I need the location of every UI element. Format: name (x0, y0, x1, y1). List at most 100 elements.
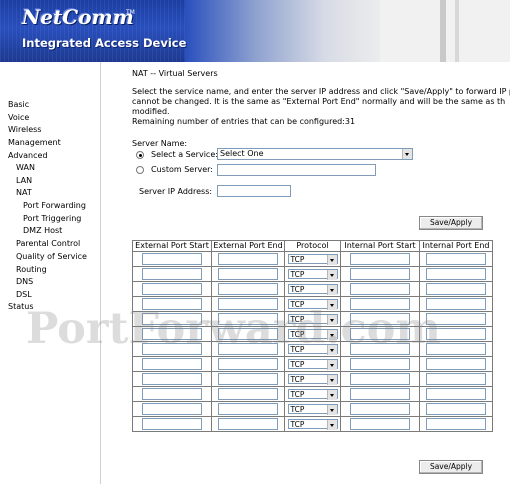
chevron-down-icon (326, 300, 337, 310)
external-port-end-input[interactable] (218, 283, 278, 295)
table-cell (340, 341, 420, 357)
internal-port-start-input[interactable] (350, 418, 410, 430)
internal-port-start-input[interactable] (350, 268, 410, 280)
external-port-end-input[interactable] (218, 343, 278, 355)
external-port-start-input[interactable] (142, 328, 202, 340)
sidebar-item-wan[interactable]: WAN (16, 163, 35, 172)
external-port-end-input[interactable] (218, 358, 278, 370)
external-port-start-input[interactable] (142, 403, 202, 415)
internal-port-end-input[interactable] (426, 358, 486, 370)
table-cell (132, 371, 212, 387)
internal-port-start-input[interactable] (350, 298, 410, 310)
internal-port-start-input[interactable] (350, 358, 410, 370)
protocol-select[interactable]: TCP (287, 404, 338, 415)
internal-port-end-input[interactable] (426, 283, 486, 295)
sidebar-item-management[interactable]: Management (8, 138, 61, 147)
protocol-select[interactable]: TCP (287, 269, 338, 280)
internal-port-end-input[interactable] (426, 388, 486, 400)
internal-port-end-input[interactable] (426, 268, 486, 280)
sidebar-item-status[interactable]: Status (8, 302, 34, 311)
table-cell (132, 296, 212, 312)
table-row: TCP (132, 326, 493, 342)
external-port-end-input[interactable] (218, 268, 278, 280)
internal-port-start-input[interactable] (350, 253, 410, 265)
external-port-end-input[interactable] (218, 418, 278, 430)
select-service-radio[interactable] (136, 151, 144, 159)
external-port-start-input[interactable] (142, 253, 202, 265)
external-port-start-input[interactable] (142, 358, 202, 370)
sidebar-item-lan[interactable]: LAN (16, 176, 32, 185)
internal-port-end-input[interactable] (426, 328, 486, 340)
external-port-start-input[interactable] (142, 298, 202, 310)
protocol-select[interactable]: TCP (287, 344, 338, 355)
table-cell: TCP (284, 371, 341, 387)
custom-server-input[interactable] (217, 164, 376, 176)
external-port-end-input[interactable] (218, 388, 278, 400)
protocol-select[interactable]: TCP (287, 314, 338, 325)
protocol-select[interactable]: TCP (287, 419, 338, 430)
internal-port-start-input[interactable] (350, 283, 410, 295)
external-port-end-input[interactable] (218, 253, 278, 265)
external-port-start-input[interactable] (142, 418, 202, 430)
external-port-start-input[interactable] (142, 343, 202, 355)
custom-server-radio[interactable] (136, 166, 144, 174)
protocol-select[interactable]: TCP (287, 389, 338, 400)
sidebar-item-wireless[interactable]: Wireless (8, 125, 41, 134)
protocol-select[interactable]: TCP (287, 254, 338, 265)
protocol-select[interactable]: TCP (287, 374, 338, 385)
sidebar-item-dmz-host[interactable]: DMZ Host (23, 226, 62, 235)
service-select-dropdown[interactable]: Select One (217, 148, 413, 160)
protocol-select[interactable]: TCP (287, 359, 338, 370)
internal-port-start-input[interactable] (350, 403, 410, 415)
external-port-end-input[interactable] (218, 403, 278, 415)
sidebar-item-parental-control[interactable]: Parental Control (16, 239, 80, 248)
internal-port-end-input[interactable] (426, 373, 486, 385)
header-internal-port-end: Internal Port End (419, 240, 493, 252)
sidebar-item-advanced[interactable]: Advanced (8, 151, 48, 160)
sidebar-item-voice[interactable]: Voice (8, 113, 29, 122)
external-port-start-input[interactable] (142, 283, 202, 295)
table-cell (211, 266, 285, 282)
sidebar-item-port-forwarding[interactable]: Port Forwarding (23, 201, 86, 210)
internal-port-end-input[interactable] (426, 403, 486, 415)
sidebar-item-routing[interactable]: Routing (16, 265, 47, 274)
sidebar-item-quality-of-service[interactable]: Quality of Service (16, 252, 87, 261)
sidebar-item-dsl[interactable]: DSL (16, 290, 32, 299)
save-apply-button-top[interactable]: Save/Apply (419, 216, 483, 230)
save-apply-button-bottom[interactable]: Save/Apply (419, 460, 483, 474)
internal-port-end-input[interactable] (426, 343, 486, 355)
internal-port-start-input[interactable] (350, 328, 410, 340)
external-port-start-input[interactable] (142, 313, 202, 325)
chevron-down-icon (326, 420, 337, 430)
internal-port-end-input[interactable] (426, 313, 486, 325)
protocol-select[interactable]: TCP (287, 299, 338, 310)
sidebar-item-port-triggering[interactable]: Port Triggering (23, 214, 81, 223)
protocol-select[interactable]: TCP (287, 284, 338, 295)
table-cell (211, 251, 285, 267)
sidebar-item-nat[interactable]: NAT (16, 188, 32, 197)
sidebar-item-basic[interactable]: Basic (8, 100, 29, 109)
internal-port-start-input[interactable] (350, 388, 410, 400)
server-ip-input[interactable] (217, 185, 291, 197)
external-port-start-input[interactable] (142, 268, 202, 280)
sidebar-item-dns[interactable]: DNS (16, 277, 33, 286)
table-cell: TCP (284, 341, 341, 357)
external-port-start-input[interactable] (142, 373, 202, 385)
page-title: NAT -- Virtual Servers (132, 69, 218, 78)
external-port-end-input[interactable] (218, 328, 278, 340)
external-port-end-input[interactable] (218, 313, 278, 325)
header-external-port-end: External Port End (211, 240, 285, 252)
table-row: TCP (132, 371, 493, 387)
external-port-start-input[interactable] (142, 388, 202, 400)
internal-port-end-input[interactable] (426, 253, 486, 265)
internal-port-start-input[interactable] (350, 343, 410, 355)
internal-port-end-input[interactable] (426, 298, 486, 310)
protocol-select[interactable]: TCP (287, 329, 338, 340)
external-port-end-input[interactable] (218, 373, 278, 385)
table-cell (340, 326, 420, 342)
chevron-down-icon (326, 360, 337, 370)
external-port-end-input[interactable] (218, 298, 278, 310)
internal-port-start-input[interactable] (350, 313, 410, 325)
internal-port-start-input[interactable] (350, 373, 410, 385)
internal-port-end-input[interactable] (426, 418, 486, 430)
